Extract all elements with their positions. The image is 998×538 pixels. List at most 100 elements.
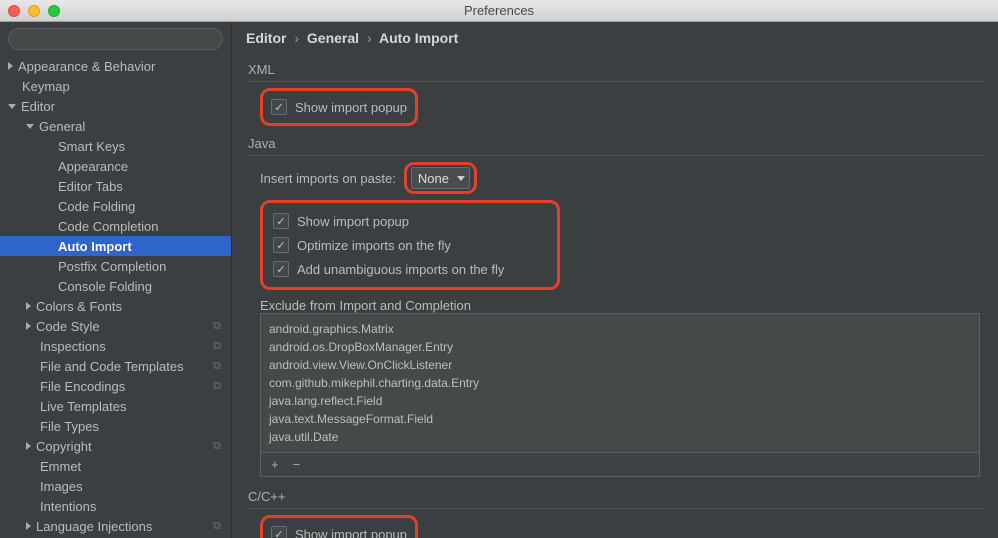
- sidebar-item-code-style[interactable]: Code Style ⧉: [0, 316, 231, 336]
- xml-show-popup-label: Show import popup: [295, 100, 407, 115]
- sidebar-item-label: Live Templates: [40, 399, 126, 414]
- sidebar-item-label: Code Style: [36, 319, 100, 334]
- breadcrumb: Editor › General › Auto Import: [246, 30, 984, 46]
- sidebar-item-copyright[interactable]: Copyright ⧉: [0, 436, 231, 456]
- sidebar-item-live-templates[interactable]: Live Templates: [0, 396, 231, 416]
- sidebar-item-label: Emmet: [40, 459, 81, 474]
- exclude-item[interactable]: java.text.MessageFormat.Field: [269, 410, 971, 428]
- ccpp-show-popup-label: Show import popup: [295, 527, 407, 538]
- project-scope-icon: ⧉: [213, 340, 221, 353]
- sidebar-item-intentions[interactable]: Intentions: [0, 496, 231, 516]
- sidebar-item-label: File Types: [40, 419, 99, 434]
- sidebar-item-label: Smart Keys: [58, 139, 125, 154]
- sidebar-item-file-types[interactable]: File Types: [0, 416, 231, 436]
- sidebar-item-file-encodings[interactable]: File Encodings⧉: [0, 376, 231, 396]
- exclude-list[interactable]: android.graphics.Matrixandroid.os.DropBo…: [260, 313, 980, 453]
- exclude-item[interactable]: android.view.View.OnClickListener: [269, 356, 971, 374]
- insert-imports-select[interactable]: None: [411, 167, 470, 189]
- java-unambiguous-label: Add unambiguous imports on the fly: [297, 262, 504, 277]
- sidebar-item-label: Editor: [21, 99, 55, 114]
- sidebar-item-smart-keys[interactable]: Smart Keys: [0, 136, 231, 156]
- breadcrumb-general[interactable]: General: [307, 30, 359, 46]
- sidebar-item-emmet[interactable]: Emmet: [0, 456, 231, 476]
- sidebar-item-label: General: [39, 119, 85, 134]
- section-java: Java: [248, 136, 984, 151]
- java-optimize-row[interactable]: Optimize imports on the fly: [273, 233, 547, 257]
- checkbox-icon[interactable]: [273, 213, 289, 229]
- sidebar-item-auto-import[interactable]: Auto Import: [0, 236, 231, 256]
- sidebar-item-console-folding[interactable]: Console Folding: [0, 276, 231, 296]
- exclude-list-footer: + −: [260, 453, 980, 477]
- sidebar-item-label: Appearance & Behavior: [18, 59, 155, 74]
- exclude-item[interactable]: java.lang.reflect.Field: [269, 392, 971, 410]
- project-scope-icon: ⧉: [213, 320, 221, 333]
- exclude-item[interactable]: android.graphics.Matrix: [269, 320, 971, 338]
- sidebar-item-appearance[interactable]: Appearance: [0, 156, 231, 176]
- sidebar-item-label: Language Injections: [36, 519, 152, 534]
- exclude-item[interactable]: android.os.DropBoxManager.Entry: [269, 338, 971, 356]
- sidebar-item-general[interactable]: General: [0, 116, 231, 136]
- ccpp-show-popup-row[interactable]: Show import popup: [271, 522, 407, 538]
- java-show-popup-label: Show import popup: [297, 214, 409, 229]
- chevron-down-icon[interactable]: [26, 124, 34, 129]
- sidebar-item-label: Editor Tabs: [58, 179, 123, 194]
- xml-show-popup-row[interactable]: Show import popup: [271, 95, 407, 119]
- sidebar-item-label: Console Folding: [58, 279, 152, 294]
- sidebar-item-editor-tabs[interactable]: Editor Tabs: [0, 176, 231, 196]
- sidebar-item-images[interactable]: Images: [0, 476, 231, 496]
- sidebar-item-postfix-completion[interactable]: Postfix Completion: [0, 256, 231, 276]
- insert-imports-value: None: [418, 171, 449, 186]
- chevron-right-icon[interactable]: [26, 522, 31, 530]
- sidebar-item-label: Code Completion: [58, 219, 158, 234]
- section-xml: XML: [248, 62, 984, 77]
- checkbox-icon[interactable]: [273, 261, 289, 277]
- settings-panel: Editor › General › Auto Import XML Show …: [232, 22, 998, 538]
- checkbox-icon[interactable]: [273, 237, 289, 253]
- breadcrumb-sep: ›: [363, 30, 376, 46]
- checkbox-icon[interactable]: [271, 99, 287, 115]
- sidebar-item-label: File and Code Templates: [40, 359, 184, 374]
- remove-button[interactable]: −: [293, 457, 301, 472]
- java-unambiguous-row[interactable]: Add unambiguous imports on the fly: [273, 257, 547, 281]
- exclude-label: Exclude from Import and Completion: [260, 298, 984, 313]
- exclude-item[interactable]: java.util.Date: [269, 428, 971, 446]
- highlight-java-checks: Show import popup Optimize imports on th…: [260, 200, 560, 290]
- sidebar-item-label: Copyright: [36, 439, 92, 454]
- sidebar-item-language-injections[interactable]: Language Injections ⧉: [0, 516, 231, 536]
- chevron-right-icon[interactable]: [26, 302, 31, 310]
- sidebar-item-file-and-code-templates[interactable]: File and Code Templates⧉: [0, 356, 231, 376]
- highlight-insert-select: None: [404, 162, 477, 194]
- window-title: Preferences: [0, 3, 998, 18]
- java-optimize-label: Optimize imports on the fly: [297, 238, 451, 253]
- project-scope-icon: ⧉: [213, 380, 221, 393]
- chevron-down-icon[interactable]: [8, 104, 16, 109]
- chevron-right-icon[interactable]: [8, 62, 13, 70]
- insert-imports-label: Insert imports on paste:: [260, 171, 396, 186]
- breadcrumb-editor[interactable]: Editor: [246, 30, 286, 46]
- sidebar: Appearance & Behavior Keymap Editor General…: [0, 22, 232, 538]
- java-show-popup-row[interactable]: Show import popup: [273, 209, 547, 233]
- chevron-right-icon[interactable]: [26, 442, 31, 450]
- add-button[interactable]: +: [271, 457, 279, 472]
- exclude-item[interactable]: com.github.mikephil.charting.data.Entry: [269, 374, 971, 392]
- sidebar-item-code-completion[interactable]: Code Completion: [0, 216, 231, 236]
- search-input[interactable]: [8, 28, 223, 50]
- highlight-xml-popup: Show import popup: [260, 88, 418, 126]
- sidebar-item-label: Intentions: [40, 499, 96, 514]
- project-scope-icon: ⧉: [213, 520, 221, 533]
- highlight-ccpp-popup: Show import popup: [260, 515, 418, 538]
- sidebar-item-code-folding[interactable]: Code Folding: [0, 196, 231, 216]
- checkbox-icon[interactable]: [271, 526, 287, 538]
- sidebar-item-inspections[interactable]: Inspections ⧉: [0, 336, 231, 356]
- sidebar-item-label: Postfix Completion: [58, 259, 166, 274]
- sidebar-item-label: Inspections: [40, 339, 106, 354]
- sidebar-item-colors-fonts[interactable]: Colors & Fonts: [0, 296, 231, 316]
- titlebar: Preferences: [0, 0, 998, 22]
- sidebar-item-keymap[interactable]: Keymap: [0, 76, 231, 96]
- project-scope-icon: ⧉: [213, 440, 221, 453]
- sidebar-item-appearance-behavior[interactable]: Appearance & Behavior: [0, 56, 231, 76]
- sidebar-item-editor[interactable]: Editor: [0, 96, 231, 116]
- divider: [246, 155, 984, 156]
- sidebar-item-label: Colors & Fonts: [36, 299, 122, 314]
- chevron-right-icon[interactable]: [26, 322, 31, 330]
